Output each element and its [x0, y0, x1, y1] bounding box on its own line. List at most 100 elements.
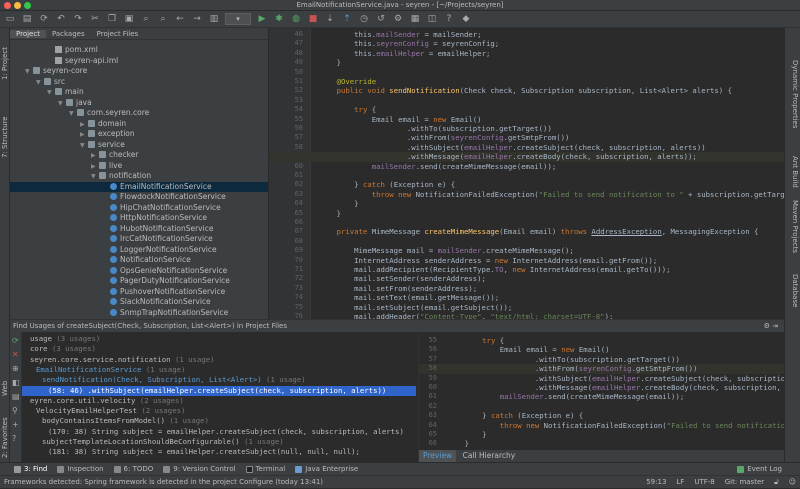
find-result-row[interactable]: (181: 38) String subject = emailHelper.c… — [22, 447, 416, 457]
forward-icon[interactable]: → — [191, 13, 203, 25]
tree-item[interactable]: ▼ service — [10, 140, 268, 151]
paste-icon[interactable]: ▣ — [123, 13, 135, 25]
tree-item[interactable]: LoggerNotificationService — [10, 245, 268, 256]
redo-icon[interactable]: ↷ — [72, 13, 84, 25]
tab-dynamic-properties[interactable]: Dynamic Properties — [791, 60, 799, 128]
tab-project[interactable]: 1: Project — [1, 47, 9, 80]
vcs-branch[interactable]: Git: master — [725, 476, 764, 489]
code-editor[interactable]: 4647484950515253545556575859606162636465… — [269, 28, 784, 319]
file-encoding[interactable]: UTF-8 — [694, 476, 714, 489]
tab-packages-view[interactable]: Packages — [46, 30, 91, 38]
expand-all-icon[interactable]: + — [12, 420, 19, 429]
tree-item[interactable]: FlowdockNotificationService — [10, 192, 268, 203]
vcs-update-icon[interactable]: ⇣ — [324, 13, 336, 25]
find-result-row[interactable]: subjectTemplateLocationShouldBeConfigura… — [22, 437, 416, 447]
tree-item[interactable]: ▼ seyren-core — [10, 66, 268, 77]
tool-find[interactable]: 3: Find — [14, 465, 47, 473]
find-icon[interactable]: ⌕ — [140, 13, 152, 25]
find-result-row[interactable]: EmailNotificationService (1 usage) — [22, 365, 416, 375]
open-folder-icon[interactable]: ▭ — [4, 13, 16, 25]
vcs-commit-icon[interactable]: ⇡ — [341, 13, 353, 25]
caret-position[interactable]: 59:13 — [646, 476, 666, 489]
inspector-icon[interactable]: ☺ — [789, 476, 796, 489]
preview-toggle-icon[interactable]: ◧ — [12, 378, 20, 387]
tree-item[interactable]: OpsGenieNotificationService — [10, 266, 268, 277]
tool-java-enterprise[interactable]: Java Enterprise — [295, 465, 358, 473]
tree-item[interactable]: ▼ java — [10, 98, 268, 109]
run-config-select[interactable]: ▾ — [225, 13, 251, 25]
tree-item[interactable]: NotificationService — [10, 255, 268, 266]
find-result-row[interactable]: VelocityEmailHelperTest (2 usages) — [22, 406, 416, 416]
tab-database[interactable]: Database — [791, 274, 799, 307]
tree-item[interactable]: ▶ live — [10, 161, 268, 172]
project-structure-icon[interactable]: ▦ — [409, 13, 421, 25]
replace-icon[interactable]: ⌕ — [157, 13, 169, 25]
tab-project-view[interactable]: Project — [10, 29, 46, 38]
tree-item[interactable]: PushoverNotificationService — [10, 287, 268, 298]
group-icon[interactable]: ▤ — [12, 392, 20, 401]
tree-item[interactable]: PagerDutyNotificationService — [10, 276, 268, 287]
stop-icon[interactable]: ■ — [307, 13, 319, 25]
rerun-icon[interactable]: ⟳ — [12, 336, 19, 345]
sync-icon[interactable]: ⟳ — [38, 13, 50, 25]
debug-icon[interactable]: ✱ — [273, 13, 285, 25]
find-result-row[interactable]: usage (3 usages) — [22, 334, 416, 344]
filter-icon[interactable]: ⚲ — [12, 406, 18, 415]
tab-project-files-view[interactable]: Project Files — [91, 30, 145, 38]
tab-structure[interactable]: 7: Structure — [1, 116, 9, 158]
copy-icon[interactable]: ❐ — [106, 13, 118, 25]
tree-item[interactable]: SnmpTrapNotificationService — [10, 308, 268, 319]
tree-item[interactable]: HipChatNotificationService — [10, 203, 268, 214]
tab-maven-projects[interactable]: Maven Projects — [791, 200, 799, 253]
tree-item[interactable]: ▶ checker — [10, 150, 268, 161]
tool-event-log[interactable]: Event Log — [737, 465, 782, 473]
help-icon[interactable]: ? — [443, 13, 455, 25]
find-result-row[interactable]: (170: 38) String subject = emailHelper.c… — [22, 427, 416, 437]
tree-item[interactable]: ▶ exception — [10, 129, 268, 140]
tree-item[interactable]: ▼ src — [10, 77, 268, 88]
vcs-history-icon[interactable]: ◷ — [358, 13, 370, 25]
find-result-row[interactable]: eyren.core.util.velocity (2 usages) — [22, 396, 416, 406]
tree-item[interactable]: ▶ domain — [10, 119, 268, 130]
tool-inspection[interactable]: Inspection — [57, 465, 104, 473]
line-separator[interactable]: LF — [676, 476, 684, 489]
tree-item[interactable]: SlackNotificationService — [10, 297, 268, 308]
save-icon[interactable]: ▤ — [21, 13, 33, 25]
tool-todo[interactable]: 6: TODO — [113, 465, 153, 473]
vcs-revert-icon[interactable]: ↺ — [375, 13, 387, 25]
tree-item[interactable]: ▼ notification — [10, 171, 268, 182]
sdk-icon[interactable]: ◫ — [426, 13, 438, 25]
tree-item[interactable]: HubotNotificationService — [10, 224, 268, 235]
tab-preview[interactable]: Preview — [419, 450, 457, 462]
tab-ant-build[interactable]: Ant Build — [791, 156, 799, 188]
lock-icon[interactable]: 🔓︎ — [774, 476, 779, 489]
find-result-row[interactable]: core (3 usages) — [22, 344, 416, 354]
cut-icon[interactable]: ✂ — [89, 13, 101, 25]
find-result-row[interactable]: sendNotification(Check, Subscription, Li… — [22, 375, 416, 385]
build-icon[interactable]: ▥ — [208, 13, 220, 25]
tree-item[interactable]: ▼ com.seyren.core — [10, 108, 268, 119]
tree-item[interactable]: HttpNotificationService — [10, 213, 268, 224]
tool-version-control[interactable]: 9: Version Control — [163, 465, 236, 473]
undo-icon[interactable]: ↶ — [55, 13, 67, 25]
find-result-row[interactable]: bodyContainsItemsFromModel() (1 usage) — [22, 416, 416, 426]
close-window-button[interactable] — [4, 2, 11, 9]
tab-web[interactable]: Web — [1, 381, 9, 396]
tree-item[interactable]: EmailNotificationService — [10, 181, 268, 192]
tab-call-hierarchy[interactable]: Call Hierarchy — [459, 450, 520, 462]
close-find-icon[interactable]: ✕ — [12, 350, 19, 359]
tree-item[interactable]: ▼ main — [10, 87, 268, 98]
minimize-window-button[interactable] — [14, 2, 21, 9]
find-result-row[interactable]: (58: 46) .withSubject(emailHelper.create… — [22, 385, 416, 396]
find-result-row[interactable]: seyren.core.service.notification (1 usag… — [22, 355, 416, 365]
run-icon[interactable]: ▶ — [256, 13, 268, 25]
tree-item[interactable]: seyren-api.iml — [10, 56, 268, 67]
tree-item[interactable]: IrcCatNotificationService — [10, 234, 268, 245]
settings-icon[interactable]: ⚙ — [392, 13, 404, 25]
back-icon[interactable]: ← — [174, 13, 186, 25]
plugin-icon[interactable]: ◆ — [460, 13, 472, 25]
zoom-window-button[interactable] — [24, 2, 31, 9]
coverage-icon[interactable]: ◍ — [290, 13, 302, 25]
tool-terminal[interactable]: Terminal — [245, 465, 285, 473]
tree-item[interactable]: pom.xml — [10, 45, 268, 56]
